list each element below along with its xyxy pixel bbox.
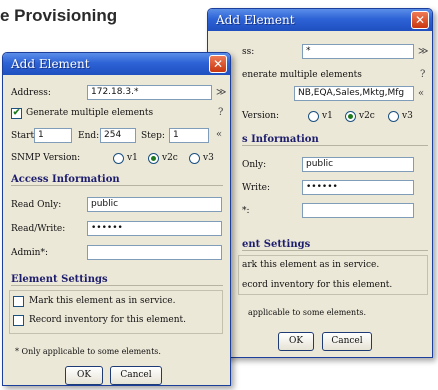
dialog-title: Add Element [216, 13, 295, 27]
generate-multiple-checkbox[interactable]: ✔ [11, 108, 22, 119]
footnote: * Only applicable to some elements. [15, 347, 161, 356]
read-write-input[interactable]: •••••• [87, 221, 222, 236]
read-only-input[interactable]: public [87, 197, 222, 212]
mark-in-service-label: Mark this element as in service. [29, 296, 176, 306]
cancel-button[interactable]: Cancel [322, 332, 372, 351]
help-icon[interactable]: ? [420, 69, 425, 80]
close-button[interactable]: ✕ [411, 11, 429, 29]
generate-multiple-label: enerate multiple elements [242, 70, 362, 80]
snmp-v3-radio[interactable] [189, 153, 200, 164]
address-input[interactable]: 172.18.3.* [87, 85, 212, 100]
read-only-input[interactable]: public [302, 157, 414, 172]
generate-multiple-label: Generate multiple elements [26, 108, 154, 118]
expand-icon[interactable]: ≫ [216, 87, 226, 98]
expand-icon[interactable]: ≫ [418, 46, 428, 57]
snmp-v1-label: v1 [322, 111, 333, 121]
close-icon: ✕ [212, 57, 224, 71]
snmp-v2c-label: v2c [162, 153, 178, 163]
step-input[interactable]: 1 [169, 128, 209, 143]
element-settings-heading: Element Settings [11, 274, 223, 286]
snmp-v3-label: v3 [203, 153, 214, 163]
admin-label: Admin*: [11, 248, 49, 258]
admin-input[interactable] [302, 203, 414, 218]
snmp-v2c-radio[interactable] [148, 153, 159, 164]
snmp-v2c-label: v2c [359, 111, 375, 121]
element-names-input[interactable]: NB,EQA,Sales,Mktg,Mfg [294, 86, 414, 101]
address-input[interactable]: * [302, 44, 414, 59]
end-label: End: [78, 131, 100, 141]
footnote: applicable to some elements. [248, 308, 367, 317]
record-inventory-label: Record inventory for this element. [29, 315, 186, 325]
snmp-version-label: Version: [242, 111, 280, 121]
start-input[interactable]: 1 [34, 128, 72, 143]
cancel-button[interactable]: Cancel [110, 366, 162, 385]
ok-button[interactable]: OK [278, 332, 314, 351]
access-information-heading: Access Information [11, 174, 223, 186]
end-input[interactable]: 254 [100, 128, 136, 143]
close-icon: ✕ [414, 13, 426, 27]
read-write-input[interactable]: •••••• [302, 180, 414, 195]
close-button[interactable]: ✕ [209, 55, 227, 73]
snmp-v1-radio[interactable] [308, 111, 319, 122]
snmp-v1-radio[interactable] [113, 153, 124, 164]
ok-button[interactable]: OK [65, 366, 103, 385]
access-information-heading: s Information [242, 134, 428, 146]
collapse-icon[interactable]: « [216, 129, 222, 140]
element-settings-heading: ent Settings [242, 239, 428, 251]
read-only-label: Only: [242, 160, 267, 170]
snmp-v3-radio[interactable] [388, 111, 399, 122]
snmp-version-label: SNMP Version: [11, 153, 81, 163]
read-only-label: Read Only: [11, 200, 62, 210]
help-icon[interactable]: ? [218, 107, 223, 118]
admin-label: *: [242, 206, 250, 216]
read-write-label: Read/Write: [11, 224, 66, 234]
snmp-v1-label: v1 [127, 153, 138, 163]
admin-input[interactable] [87, 245, 222, 260]
mark-in-service-checkbox[interactable] [13, 296, 24, 307]
mark-in-service-label: ark this element as in service. [242, 260, 380, 270]
snmp-v3-label: v3 [402, 111, 413, 121]
dialog-titlebar[interactable]: Add Element ✕ [3, 53, 230, 75]
step-label: Step: [141, 131, 165, 141]
dialog-title: Add Element [11, 57, 90, 71]
address-label: ss: [242, 47, 255, 57]
add-element-dialog-back: Add Element ✕ ss: * ≫ enerate multiple e… [207, 8, 433, 358]
read-write-label: Write: [242, 183, 271, 193]
page-heading: e Provisioning [0, 6, 118, 25]
snmp-v2c-radio[interactable] [345, 111, 356, 122]
address-label: Address: [11, 88, 51, 98]
add-element-dialog-front: Add Element ✕ Address: 172.18.3.* ≫ ✔ Ge… [2, 52, 231, 386]
dialog-titlebar[interactable]: Add Element ✕ [208, 9, 432, 31]
record-inventory-checkbox[interactable] [13, 315, 24, 326]
record-inventory-label: ecord inventory for this element. [242, 280, 393, 290]
collapse-icon[interactable]: « [418, 88, 424, 99]
